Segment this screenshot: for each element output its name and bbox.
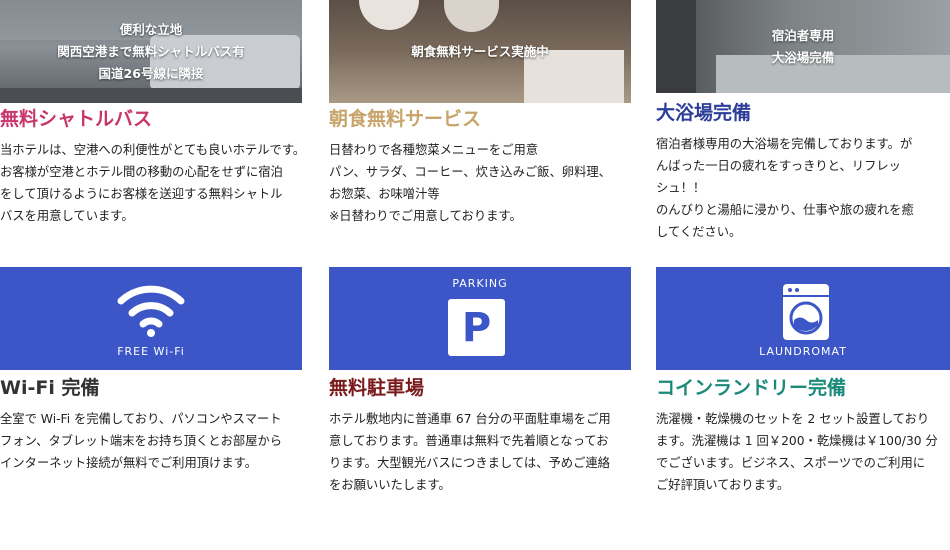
wifi-panel: FREE Wi-Fi [0,267,302,370]
bath-caption-line: 宿泊者専用 [771,27,835,43]
breakfast-title: 朝食無料サービス [329,108,482,130]
shuttle-caption: 便利な立地 関西空港まで無料シャトルバス有 国道26号線に隣接 [0,0,302,103]
laundry-icon-label: LAUNDROMAT [759,345,847,358]
laundry-panel: LAUNDROMAT [656,267,950,370]
wifi-icon [117,285,185,337]
parking-icon-label: PARKING [452,277,508,290]
parking-body-line: ホテル敷地内に普通車 67 台分の平面駐車場をご用 [329,412,611,426]
laundry-body: 洗濯機・乾燥機のセットを 2 セット設置しており ます。洗濯機は 1 回￥200… [656,408,950,496]
breakfast-body-line: パン、サラダ、コーヒー、炊き込みご飯、卵料理、 [329,165,611,179]
shuttle-body-line: バスを用意しています。 [0,209,134,223]
bath-body-line: してください。 [656,225,742,239]
shuttle-title: 無料シャトルバス [0,108,153,130]
wifi-body-line: フォン、タブレット端末をお持ち頂くとお部屋から [0,434,283,448]
bath-title: 大浴場完備 [656,102,752,124]
shuttle-caption-line: 国道26号線に隣接 [98,65,204,81]
wifi-body: 全室で Wi-Fi を完備しており、パソコンやスマート フォン、タブレット端末を… [0,408,302,474]
card-shuttle: 便利な立地 関西空港まで無料シャトルバス有 国道26号線に隣接 無料シャトルバス… [0,0,306,227]
laundry-title: コインランドリー完備 [656,377,847,399]
bath-body-line: 宿泊者様専用の大浴場を完備しております。が [656,137,913,151]
breakfast-body-line: お惣菜、お味噌汁等 [329,187,440,201]
breakfast-body-line: ※日替わりでご用意しております。 [329,209,522,223]
shuttle-body-line: をして頂けるようにお客様を送迎する無料シャトル [0,187,283,201]
bath-body: 宿泊者様専用の大浴場を完備しております。が んばった一日の疲れをすっきりと、リフ… [656,133,950,243]
parking-icon: P [448,299,505,356]
wifi-body-line: インターネット接続が無料でご利用頂けます。 [0,456,258,470]
shuttle-body-line: お客様が空港とホテル間の移動の心配をせずに宿泊 [0,165,283,179]
card-parking: PARKING P 無料駐車場 ホテル敷地内に普通車 67 台分の平面駐車場をご… [329,267,631,496]
breakfast-photo: 朝食無料サービス実施中 [329,0,631,103]
breakfast-body: 日替わりで各種惣菜メニューをご用意 パン、サラダ、コーヒー、炊き込みご飯、卵料理… [329,139,631,227]
bath-caption-line: 大浴場完備 [771,49,835,65]
laundry-body-line: 洗濯機・乾燥機のセットを 2 セット設置しており [656,412,930,426]
bath-body-line: のんびりと湯船に浸かり、仕事や旅の疲れを癒 [656,203,914,217]
card-bath: 宿泊者専用 大浴場完備 大浴場完備 宿泊者様専用の大浴場を完備しております。が … [656,0,950,243]
shuttle-caption-line: 便利な立地 [119,21,183,37]
washing-machine-icon [783,284,829,340]
bath-body-line: シュ！！ [656,181,706,195]
parking-body-line: 意しております。普通車は無料で先着順となってお [329,434,609,448]
parking-body: ホテル敷地内に普通車 67 台分の平面駐車場をご用 意しております。普通車は無料… [329,408,631,496]
wifi-title: Wi-Fi 完備 [0,377,100,399]
parking-body-line: ります。大型観光バスにつきましては、予めご連絡 [329,456,610,470]
parking-body-line: をお願いいたします。 [329,478,451,492]
wifi-icon-label: FREE Wi-Fi [117,345,185,358]
breakfast-caption-line: 朝食無料サービス実施中 [411,43,549,59]
parking-title: 無料駐車場 [329,377,425,399]
wifi-body-line: 全室で Wi-Fi を完備しており、パソコンやスマート [0,412,282,426]
parking-icon-letter: P [461,304,492,351]
breakfast-caption: 朝食無料サービス実施中 [329,0,631,103]
shuttle-photo: 便利な立地 関西空港まで無料シャトルバス有 国道26号線に隣接 [0,0,302,103]
shuttle-caption-line: 関西空港まで無料シャトルバス有 [57,43,245,59]
laundry-body-line: ご好評頂いております。 [656,478,790,492]
parking-panel: PARKING P [329,267,631,370]
card-wifi: FREE Wi-Fi Wi-Fi 完備 全室で Wi-Fi を完備しており、パソ… [0,267,302,474]
bath-photo: 宿泊者専用 大浴場完備 [656,0,950,93]
card-breakfast: 朝食無料サービス実施中 朝食無料サービス 日替わりで各種惣菜メニューをご用意 パ… [329,0,631,227]
breakfast-body-line: 日替わりで各種惣菜メニューをご用意 [329,143,539,157]
card-laundry: LAUNDROMAT コインランドリー完備 洗濯機・乾燥機のセットを 2 セット… [656,267,950,496]
laundry-body-line: でございます。ビジネス、スポーツでのご利用に [656,456,926,470]
bath-caption: 宿泊者専用 大浴場完備 [656,0,950,93]
shuttle-body-line: 当ホテルは、空港への利便性がとても良いホテルです。 [0,143,306,157]
laundry-body-line: ます。洗濯機は 1 回￥200・乾燥機は￥100/30 分 [656,434,938,448]
bath-body-line: んばった一日の疲れをすっきりと、リフレッ [656,159,901,173]
shuttle-body: 当ホテルは、空港への利便性がとても良いホテルです。 お客様が空港とホテル間の移動… [0,139,306,227]
